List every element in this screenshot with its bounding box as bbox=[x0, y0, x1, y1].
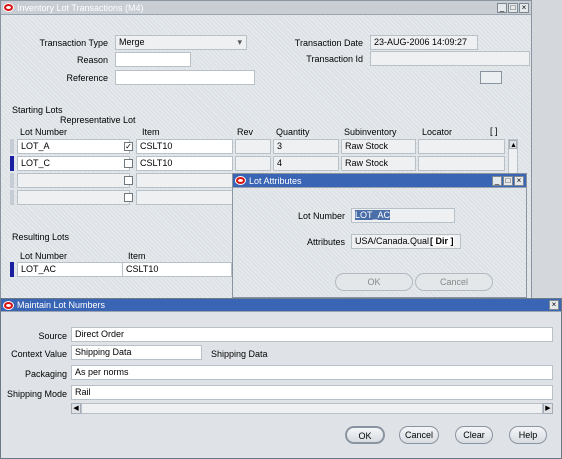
dir-button[interactable]: [ Dir ] bbox=[430, 236, 454, 246]
reason-label: Reason bbox=[76, 55, 108, 65]
source-label: Source bbox=[38, 331, 67, 341]
lot-number-cell[interactable] bbox=[17, 190, 130, 205]
rev-cell[interactable] bbox=[235, 139, 271, 154]
shipping-mode-label: Shipping Mode bbox=[6, 389, 67, 399]
shipping-mode-field[interactable]: Rail bbox=[71, 385, 553, 400]
locator-cell[interactable] bbox=[418, 156, 505, 171]
lot-number-field[interactable]: LOT_AC bbox=[351, 208, 455, 223]
reason-field[interactable] bbox=[115, 52, 191, 67]
lot-number-cell[interactable]: LOT_A bbox=[17, 139, 130, 154]
lot-attributes-titlebar: Lot Attributes _ □ × bbox=[233, 174, 526, 188]
item-cell[interactable] bbox=[136, 190, 233, 205]
maximize-icon[interactable]: □ bbox=[503, 175, 513, 186]
quantity-cell[interactable]: 4 bbox=[273, 156, 339, 171]
lot-number-cell[interactable]: LOT_C bbox=[17, 156, 130, 171]
row-indicator[interactable] bbox=[10, 262, 14, 277]
folder-icon[interactable]: [ ] bbox=[490, 126, 498, 136]
transaction-type-select[interactable]: Merge ▾ bbox=[115, 35, 247, 50]
cancel-button[interactable]: Cancel bbox=[415, 273, 493, 291]
oracle-logo-icon bbox=[235, 176, 246, 185]
result-lot-number-cell[interactable]: LOT_AC bbox=[17, 262, 130, 277]
scroll-left-icon[interactable]: ◀ bbox=[71, 403, 81, 414]
minimize-icon[interactable]: _ bbox=[492, 175, 502, 186]
resulting-lots-label: Resulting Lots bbox=[12, 232, 70, 242]
ok-button[interactable]: OK bbox=[335, 273, 413, 291]
transaction-id-field[interactable] bbox=[370, 51, 530, 66]
representative-lot-checkbox[interactable] bbox=[124, 159, 133, 168]
ok-button[interactable]: OK bbox=[345, 426, 385, 444]
clear-button[interactable]: Clear bbox=[455, 426, 493, 444]
close-icon[interactable]: × bbox=[519, 2, 529, 13]
starting-lots-label: Starting Lots bbox=[12, 105, 63, 115]
row-indicator[interactable] bbox=[10, 139, 14, 154]
lot-number-header: Lot Number bbox=[20, 127, 68, 137]
item-cell[interactable]: CSLT10 bbox=[136, 156, 233, 171]
row-indicator[interactable] bbox=[10, 156, 14, 171]
representative-lot-checkbox[interactable]: ✓ bbox=[124, 142, 133, 151]
item-cell[interactable]: CSLT10 bbox=[136, 139, 233, 154]
help-button[interactable]: Help bbox=[509, 426, 547, 444]
row-indicator[interactable] bbox=[10, 173, 14, 188]
reference-field[interactable] bbox=[115, 70, 255, 85]
close-icon[interactable]: × bbox=[514, 175, 524, 186]
window-title: Inventory Lot Transactions (M4) bbox=[17, 2, 144, 13]
dialog-title: Lot Attributes bbox=[249, 175, 302, 186]
context-description: Shipping Data bbox=[211, 349, 268, 359]
packaging-label: Packaging bbox=[24, 369, 67, 379]
reference-label: Reference bbox=[66, 73, 108, 83]
lot-number-label: Lot Number bbox=[297, 211, 345, 221]
subinventory-header: Subinventory bbox=[344, 127, 397, 137]
transaction-date-field[interactable]: 23-AUG-2006 14:09:27 bbox=[370, 35, 478, 50]
lot-number-cell[interactable] bbox=[17, 173, 130, 188]
locator-header: Locator bbox=[422, 127, 453, 137]
lot-attributes-dialog: Lot Attributes _ □ × Lot Number LOT_AC A… bbox=[232, 173, 527, 298]
attributes-label: Attributes bbox=[306, 237, 345, 247]
dialog-title: Maintain Lot Numbers bbox=[17, 300, 106, 310]
quantity-cell[interactable]: 3 bbox=[273, 139, 339, 154]
lot-number-value: LOT_AC bbox=[355, 210, 391, 220]
representative-lot-checkbox[interactable] bbox=[124, 176, 133, 185]
subinventory-cell[interactable]: Raw Stock bbox=[341, 156, 416, 171]
transaction-date-label: Transaction Date bbox=[294, 38, 363, 48]
scroll-right-icon[interactable]: ▶ bbox=[543, 403, 553, 414]
context-value-label: Context Value bbox=[11, 349, 67, 359]
oracle-logo-icon bbox=[3, 3, 14, 12]
maintain-lot-numbers-dialog: Maintain Lot Numbers × Source Direct Ord… bbox=[0, 298, 562, 459]
packaging-field[interactable]: As per norms bbox=[71, 365, 553, 380]
flex-field-button[interactable] bbox=[480, 71, 502, 84]
source-field[interactable]: Direct Order bbox=[71, 327, 553, 342]
subinventory-cell[interactable]: Raw Stock bbox=[341, 139, 416, 154]
chevron-down-icon: ▾ bbox=[237, 37, 242, 47]
cancel-button[interactable]: Cancel bbox=[399, 426, 439, 444]
scroll-up-icon[interactable]: ▲ bbox=[509, 140, 517, 149]
result-item-cell[interactable]: CSLT10 bbox=[122, 262, 232, 277]
maintain-lot-numbers-titlebar: Maintain Lot Numbers × bbox=[1, 299, 561, 312]
item-cell[interactable] bbox=[136, 173, 233, 188]
representative-lot-header: Representative Lot bbox=[60, 115, 136, 125]
result-lot-number-header: Lot Number bbox=[20, 251, 68, 261]
lot-transactions-titlebar: Inventory Lot Transactions (M4) _ □ × bbox=[1, 1, 531, 15]
minimize-icon[interactable]: _ bbox=[497, 2, 507, 13]
rev-cell[interactable] bbox=[235, 156, 271, 171]
locator-cell[interactable] bbox=[418, 139, 505, 154]
result-item-header: Item bbox=[128, 251, 146, 261]
row-indicator[interactable] bbox=[10, 190, 14, 205]
transaction-type-label: Transaction Type bbox=[39, 38, 108, 48]
representative-lot-checkbox[interactable] bbox=[124, 193, 133, 202]
transaction-id-label: Transaction Id bbox=[306, 54, 363, 64]
context-value-field[interactable]: Shipping Data bbox=[71, 345, 202, 360]
oracle-logo-icon bbox=[3, 300, 14, 310]
attributes-value: USA/Canada.Qual bbox=[355, 236, 430, 246]
maximize-icon[interactable]: □ bbox=[508, 2, 518, 13]
item-header: Item bbox=[142, 127, 160, 137]
transaction-type-value: Merge bbox=[119, 37, 145, 47]
horizontal-scrollbar[interactable] bbox=[81, 403, 543, 414]
close-icon[interactable]: × bbox=[549, 300, 559, 310]
rev-header: Rev bbox=[237, 127, 254, 137]
quantity-header: Quantity bbox=[276, 127, 310, 137]
